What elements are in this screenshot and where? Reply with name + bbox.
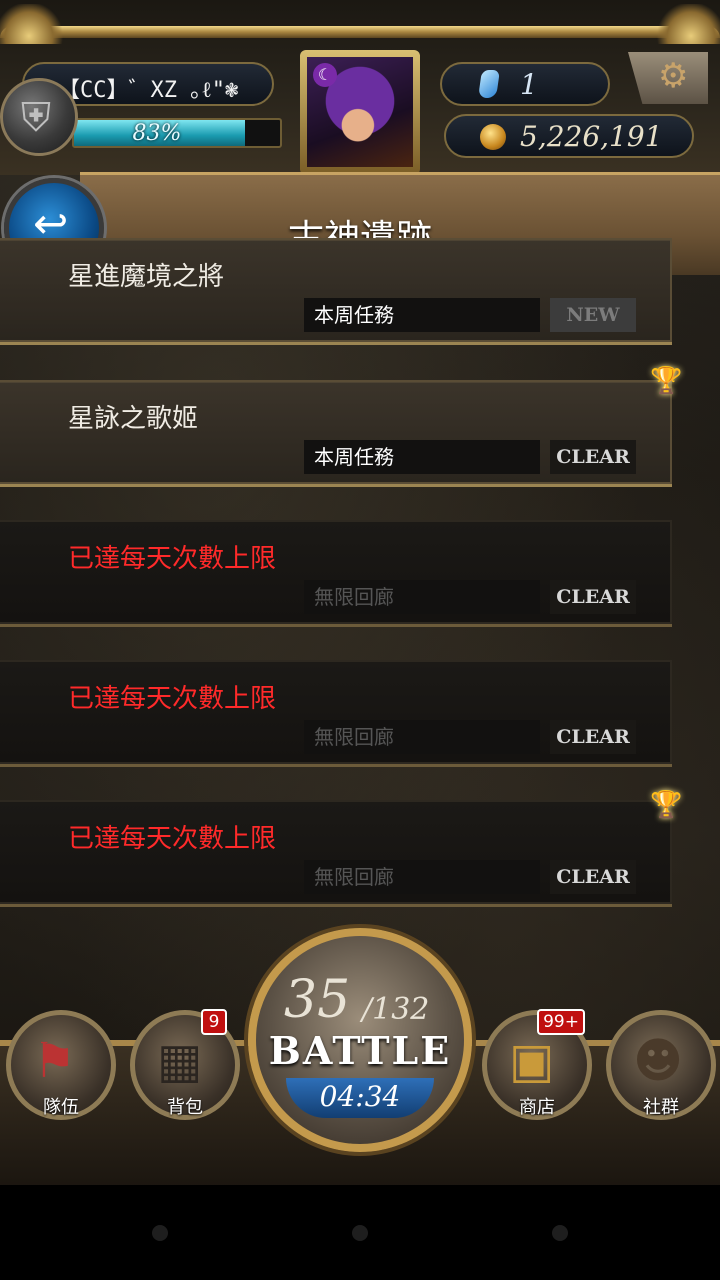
ornament-left [0,4,64,44]
quest-title: 已達每天次數上限 [68,824,277,854]
quest-status: NEW [550,298,636,332]
stamina-max: /132 [362,992,430,1027]
quest-title: 星進魔境之將 [68,262,225,292]
battle-label: BATTLE [268,1028,452,1073]
quest-status: CLEAR [550,720,636,754]
gem-counter[interactable]: 1 [440,62,610,106]
stamina-timer-box: 04:34 [286,1078,434,1118]
shop-label: 商店 [519,1097,555,1118]
shop-badge: 99+ [537,1009,585,1035]
team-button[interactable]: ⚑ 隊伍 [6,1010,116,1120]
system-nav-bar [0,1185,720,1280]
player-name: 【CC】゛XZ ｡ℓ"❃ [58,78,239,103]
quest-status: CLEAR [550,580,636,614]
quest-item-1[interactable]: 星進魔境之將 本周任務 NEW [0,238,672,342]
trophy-icon: 🏆 [650,790,683,820]
social-label: 社群 [643,1097,679,1118]
coin-count: 5,226,191 [520,120,663,153]
quest-type: 無限回廊 [304,580,540,614]
moon-badge-icon: ☾ [313,63,337,87]
top-frame: 【CC】゛XZ ｡ℓ"❃ 83% ⛨ ☾ 1 5,226,191 ⚙ [0,0,720,175]
quest-type: 本周任務 [304,298,540,332]
shop-button[interactable]: ▣ 商店 99+ [482,1009,592,1120]
quest-title: 已達每天次數上限 [68,544,277,574]
social-button[interactable]: ☻ 社群 [606,1010,716,1120]
quest-item-5[interactable]: 已達每天次數上限 無限回廊 CLEAR [0,800,672,904]
back-soft-key[interactable] [152,1225,168,1241]
stamina-timer: 04:34 [319,1080,401,1113]
ornament-right [656,4,720,44]
gold-border [0,26,720,38]
game-screen: 【CC】゛XZ ｡ℓ"❃ 83% ⛨ ☾ 1 5,226,191 ⚙ 古神遺跡 … [0,0,720,1185]
quest-item-2[interactable]: 星詠之歌姬 本周任務 CLEAR [0,380,672,484]
recents-soft-key[interactable] [552,1225,568,1241]
quest-status: CLEAR [550,860,636,894]
exp-percent: 83% [132,121,182,146]
quest-title: 星詠之歌姬 [68,404,199,434]
flag-icon: ⚑ [33,1033,77,1089]
quest-type: 無限回廊 [304,720,540,754]
coin-icon [480,124,506,150]
quest-type: 無限回廊 [304,860,540,894]
exp-bar: 83% [72,118,282,148]
quest-type: 本周任務 [304,440,540,474]
home-soft-key[interactable] [352,1225,368,1241]
trophy-icon: 🏆 [650,366,683,396]
quest-item-4[interactable]: 已達每天次數上限 無限回廊 CLEAR [0,660,672,764]
battle-button[interactable]: 35 /132 BATTLE 04:34 [248,928,472,1152]
bag-button[interactable]: ▦ 背包 9 [130,1009,240,1120]
people-icon: ☻ [633,1033,684,1089]
gem-count: 1 [520,68,538,101]
gear-icon: ⚙ [658,56,689,96]
stamina-current: 35 [284,970,351,1030]
bag-badge: 9 [201,1009,227,1035]
quest-status: CLEAR [550,440,636,474]
gem-icon [478,70,500,98]
leader-portrait: ☾ [307,57,413,167]
coin-counter[interactable]: 5,226,191 [444,114,694,158]
treasure-chest-icon: ▣ [509,1033,555,1089]
settings-button[interactable]: ⚙ [628,52,708,104]
quest-item-3[interactable]: 已達每天次數上限 無限回廊 CLEAR [0,520,672,624]
avatar[interactable]: ☾ [300,50,420,175]
shield-icon[interactable]: ⛨ [0,78,78,156]
bag-label: 背包 [167,1097,203,1118]
bag-icon: ▦ [157,1033,203,1089]
quest-title: 已達每天次數上限 [68,684,277,714]
team-label: 隊伍 [43,1097,79,1118]
